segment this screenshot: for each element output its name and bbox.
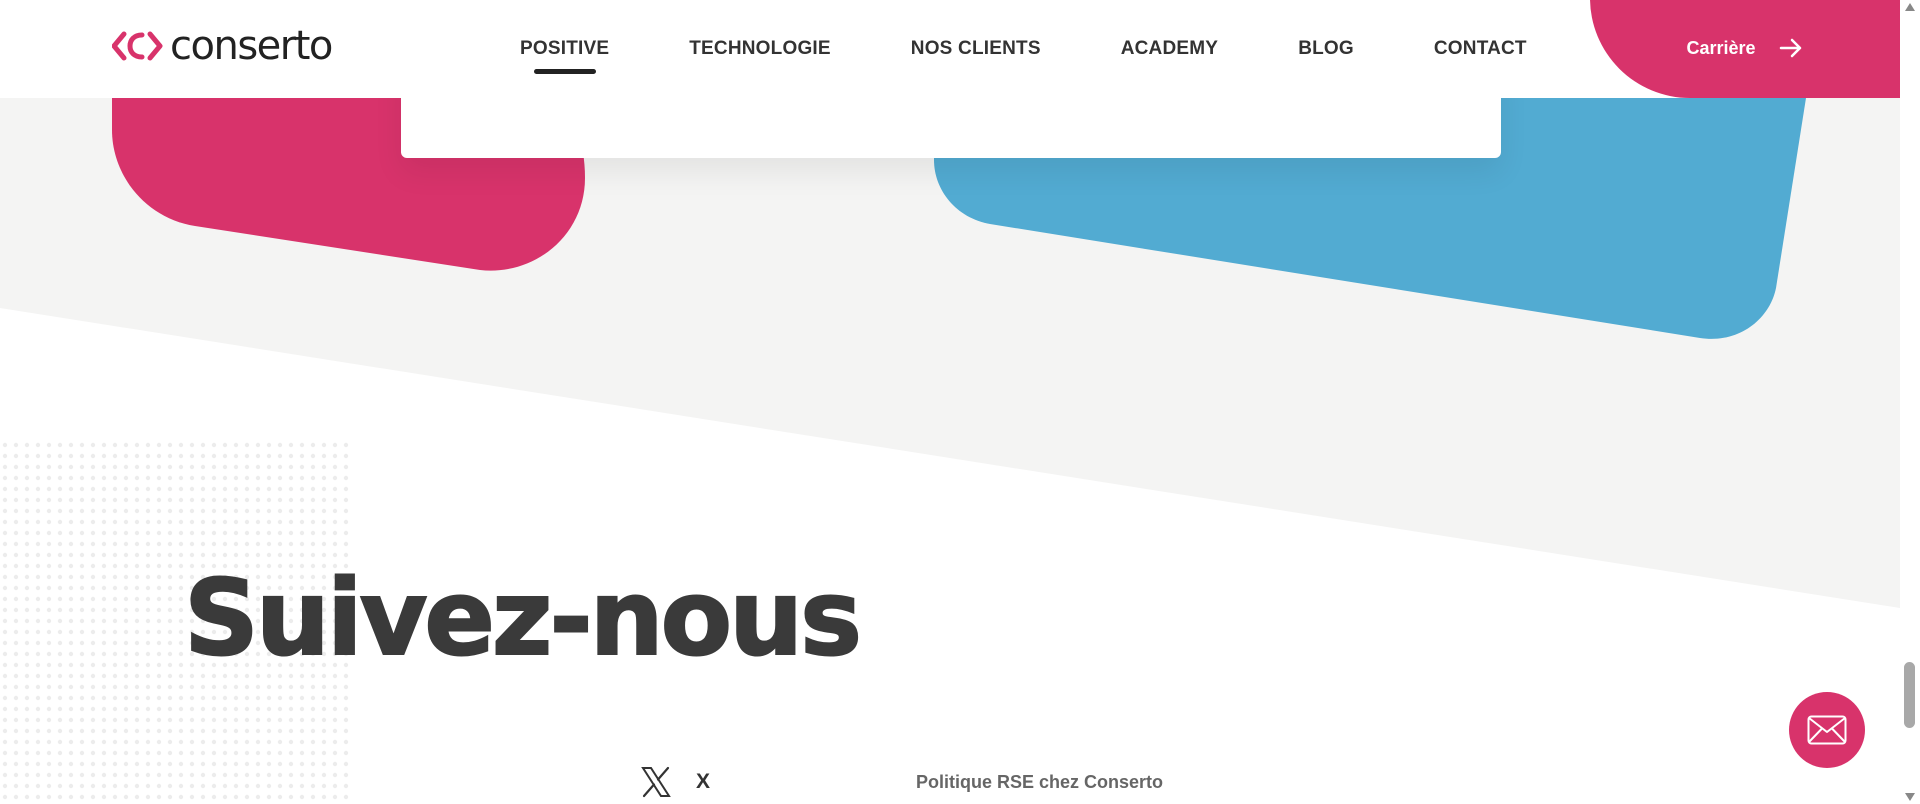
nav-item-nos-clients[interactable]: NOS CLIENTS <box>911 38 1041 60</box>
x-logo-icon[interactable] <box>640 766 672 798</box>
career-button[interactable]: Carrière <box>1590 0 1900 98</box>
nav-item-contact[interactable]: CONTACT <box>1434 38 1527 60</box>
nav-item-technologie[interactable]: TECHNOLOGIE <box>689 38 831 60</box>
envelope-icon <box>1807 715 1847 745</box>
main-nav: POSITIVE TECHNOLOGIE NOS CLIENTS ACADEMY… <box>520 0 1607 98</box>
social-links: X <box>640 766 710 798</box>
arrow-right-icon <box>1779 38 1801 58</box>
nav-item-academy[interactable]: ACADEMY <box>1121 38 1218 60</box>
logo-mark-icon <box>112 31 163 61</box>
scroll-up-arrow-icon[interactable] <box>1905 3 1915 11</box>
rse-policy-link[interactable]: Politique RSE chez Conserto <box>916 772 1163 793</box>
x-link-label[interactable]: X <box>696 770 710 794</box>
logo[interactable]: conserto <box>112 23 333 69</box>
nav-item-blog[interactable]: BLOG <box>1298 38 1354 60</box>
page: conserto POSITIVE TECHNOLOGIE NOS CLIENT… <box>0 0 1900 804</box>
section-title: Suivez-nous <box>183 557 863 679</box>
scroll-down-arrow-icon[interactable] <box>1905 793 1915 801</box>
contact-fab-button[interactable] <box>1789 692 1865 768</box>
career-button-label: Carrière <box>1686 37 1756 58</box>
scroll-thumb[interactable] <box>1904 662 1915 728</box>
site-header: conserto POSITIVE TECHNOLOGIE NOS CLIENT… <box>0 0 1900 98</box>
vertical-scrollbar[interactable] <box>1900 0 1920 804</box>
logo-text: conserto <box>170 23 333 69</box>
nav-item-positive[interactable]: POSITIVE <box>520 38 609 60</box>
